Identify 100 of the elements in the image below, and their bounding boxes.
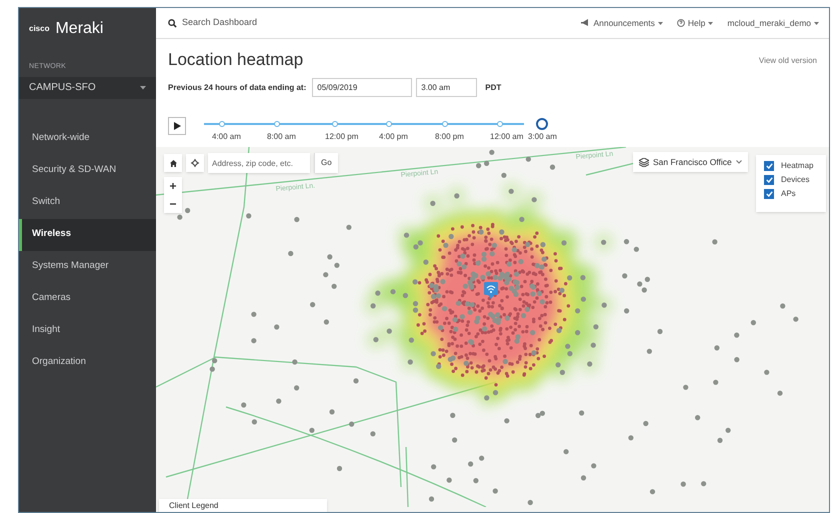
legend-title: Client Legend	[169, 501, 220, 510]
go-button[interactable]: Go	[314, 153, 338, 174]
device-dot	[324, 320, 329, 325]
play-button[interactable]	[168, 117, 186, 136]
sidebar-item[interactable]: Cameras	[19, 282, 156, 314]
layer-label: APs	[781, 188, 796, 200]
layer-checkbox[interactable]	[764, 161, 774, 172]
cisco-logo: cisco	[29, 25, 50, 33]
locate-button[interactable]	[186, 154, 204, 172]
device-dot	[628, 435, 634, 441]
date-field[interactable]: 05/09/2019	[312, 78, 412, 98]
device-dot	[726, 428, 731, 434]
device-dot	[777, 390, 783, 396]
layer-checkbox[interactable]	[764, 175, 774, 186]
device-dot	[473, 478, 478, 484]
device-dot	[734, 332, 740, 338]
view-old-version-link[interactable]: View old version	[758, 55, 817, 67]
device-dot	[634, 246, 639, 252]
device-dot	[504, 418, 510, 424]
timeline-label: 4:00 am	[212, 131, 241, 144]
device-dot	[370, 431, 376, 437]
access-point-icon	[484, 282, 498, 300]
device-dot	[713, 380, 718, 386]
sidebar-item[interactable]: Insight	[19, 314, 156, 346]
device-dot	[336, 466, 342, 472]
device-dot	[591, 463, 596, 469]
layer-label: Heatmap	[781, 160, 814, 172]
device-dot	[329, 410, 335, 415]
device-dot	[246, 214, 252, 219]
device-dot	[646, 348, 652, 354]
device-dot	[793, 316, 798, 322]
device-dot	[252, 420, 257, 425]
device-dot	[327, 254, 332, 260]
device-dot	[446, 478, 452, 483]
layer-checkbox[interactable]	[764, 189, 774, 200]
device-dot	[526, 156, 531, 162]
sidebar-item[interactable]: Security & SD-WAN	[19, 154, 156, 186]
device-dot	[714, 346, 720, 351]
device-dot	[580, 476, 586, 481]
address-field[interactable]: Address, zip code, etc.	[208, 153, 310, 174]
device-dot	[528, 500, 533, 506]
device-dot	[492, 488, 498, 494]
device-dot	[734, 357, 740, 362]
sidebar-item[interactable]: Organization	[19, 346, 156, 378]
timeline-label: 12:00 am	[490, 131, 524, 144]
device-dot	[624, 239, 630, 244]
device-dot	[476, 163, 482, 168]
device-dot	[346, 224, 352, 230]
help-menu[interactable]: Help	[676, 16, 714, 30]
megaphone-icon	[581, 19, 590, 27]
timeline-label: 4:00 pm	[379, 131, 408, 144]
network-dropdown[interactable]: CAMPUS-SFO	[19, 76, 156, 98]
zoom-in-button[interactable]: +	[164, 177, 182, 196]
time-field[interactable]: 3.00 am	[416, 78, 478, 98]
device-dot	[309, 428, 314, 434]
floor-selector[interactable]: San Francisco Office	[633, 152, 748, 172]
device-dot	[701, 481, 706, 487]
chevron-down-icon	[736, 160, 742, 164]
device-dot	[622, 274, 628, 279]
timeline-label: 8:00 am	[267, 131, 296, 144]
device-dot	[292, 360, 298, 365]
sidebar-item[interactable]: Switch	[19, 186, 156, 218]
device-dot	[624, 308, 630, 314]
device-dot	[310, 302, 316, 308]
device-dot	[353, 378, 359, 384]
sidebar-item[interactable]: Wireless	[19, 218, 156, 250]
device-dot	[274, 324, 280, 330]
home-button[interactable]	[164, 154, 182, 172]
device-dot	[294, 386, 300, 391]
timezone-label: PDT	[485, 82, 502, 94]
device-dot	[644, 277, 650, 282]
brand-name: Meraki	[55, 19, 104, 39]
announcements-menu[interactable]: Announcements	[581, 16, 663, 30]
user-menu[interactable]: mcloud_meraki_demo	[727, 16, 819, 30]
device-dot	[468, 462, 474, 467]
device-dot	[712, 240, 718, 245]
device-dot	[657, 329, 663, 334]
sidebar-item[interactable]: Network-wide	[19, 122, 156, 154]
device-dot	[332, 284, 337, 290]
caret-icon	[140, 86, 146, 90]
caret-icon	[658, 22, 663, 24]
timeline-label: 3:00 am	[528, 131, 557, 144]
crosshair-icon	[191, 159, 199, 168]
device-dot	[780, 304, 786, 309]
device-dot	[643, 421, 648, 426]
device-dot	[650, 489, 656, 495]
device-dot	[241, 402, 246, 408]
device-dot	[717, 438, 723, 444]
device-dot	[484, 161, 490, 166]
caret-icon	[708, 22, 714, 24]
search-field[interactable]: Search Dashboard	[182, 16, 292, 30]
device-dot	[294, 217, 300, 222]
device-dot	[550, 164, 556, 170]
zoom-out-button[interactable]: −	[164, 195, 182, 214]
timeline-point[interactable]	[536, 118, 548, 130]
sidebar-item[interactable]: Systems Manager	[19, 250, 156, 282]
device-dot	[251, 338, 256, 344]
device-dot	[251, 312, 256, 318]
device-dot	[680, 482, 686, 487]
device-dot	[489, 150, 494, 156]
